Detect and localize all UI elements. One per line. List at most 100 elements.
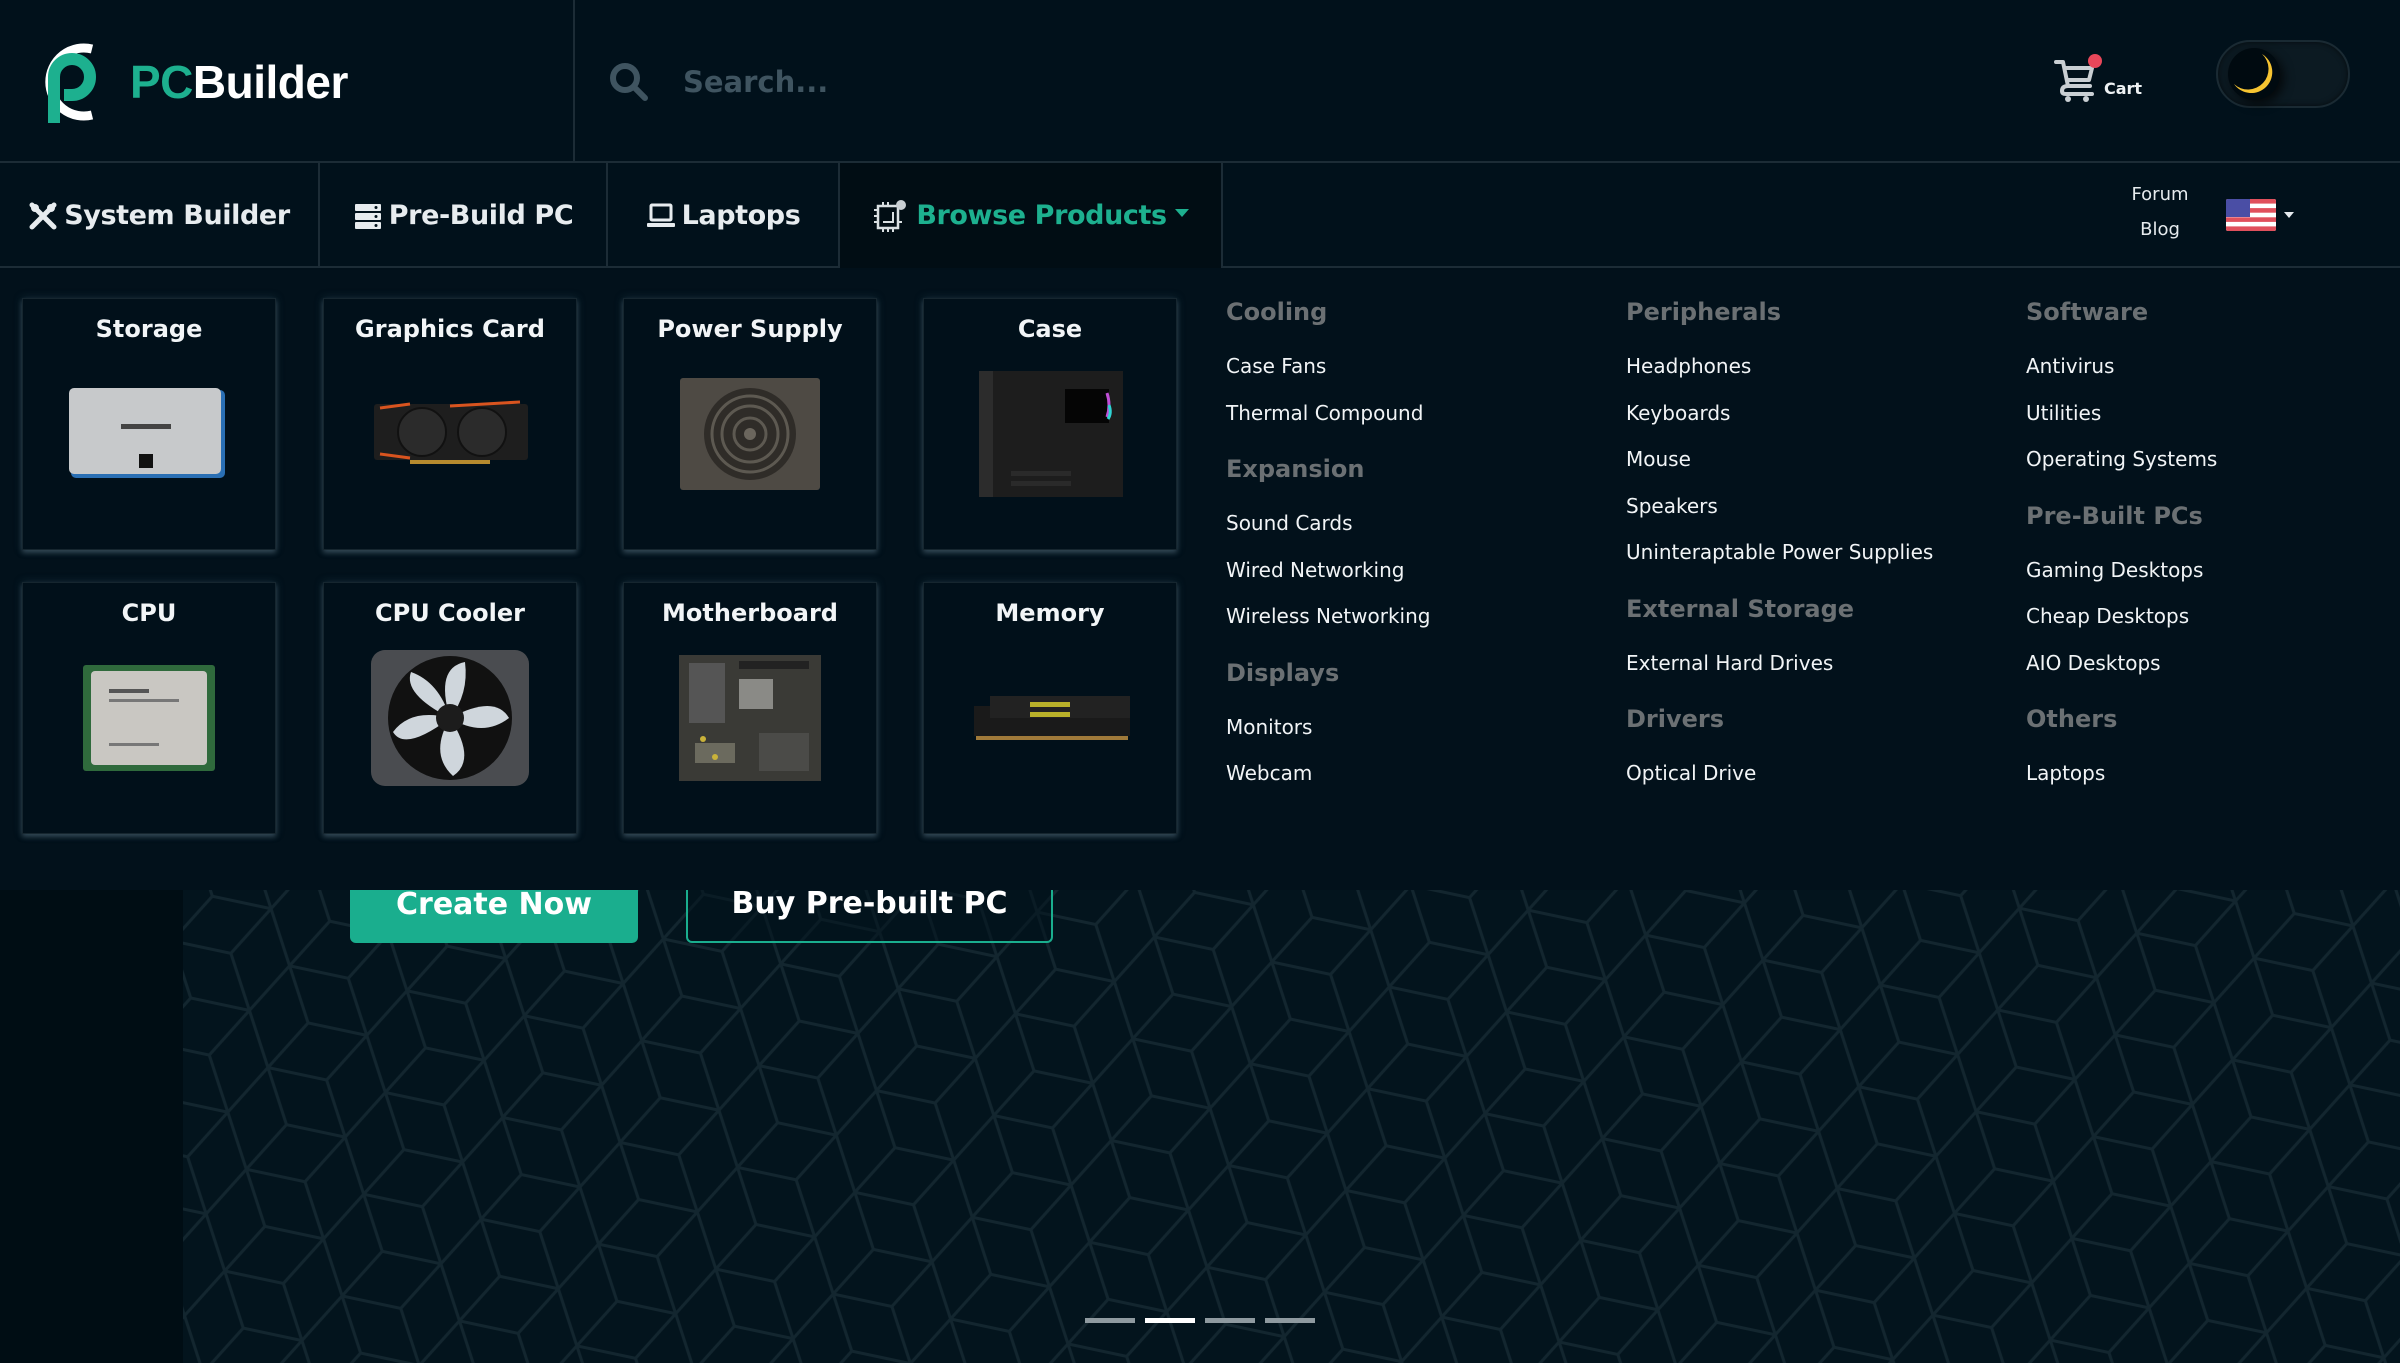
category-card-storage[interactable]: Storage: [22, 298, 276, 550]
secondary-links: Forum Blog: [2110, 177, 2210, 247]
menu-link[interactable]: Thermal Compound: [1226, 397, 1606, 444]
language-selector[interactable]: [2226, 199, 2294, 231]
menu-link[interactable]: Sound Cards: [1226, 507, 1606, 554]
psu-image: [665, 359, 835, 509]
menu-link[interactable]: Mouse: [1626, 443, 2006, 490]
menu-link[interactable]: Optical Drive: [1626, 757, 2006, 804]
nav-pre-build-pc[interactable]: Pre-Build PC: [320, 163, 608, 268]
menu-link[interactable]: Wired Networking: [1226, 554, 1606, 601]
theme-toggle[interactable]: [2216, 40, 2350, 108]
carousel-indicators: [1085, 1318, 1315, 1323]
menu-group-pre-built-pcs: Pre-Built PCs Gaming Desktops Cheap Desk…: [2026, 502, 2400, 694]
menu-heading: Peripherals: [1626, 298, 1782, 326]
search-icon[interactable]: [607, 60, 651, 104]
menu-link[interactable]: Keyboards: [1626, 397, 2006, 444]
menu-group-displays: Displays Monitors Webcam: [1226, 659, 1606, 804]
menu-group-others: Others Laptops: [2026, 705, 2400, 804]
page: PCBuilder Cart: [0, 0, 2400, 1363]
menu-heading: Expansion: [1226, 455, 1365, 483]
forum-link[interactable]: Forum: [2110, 177, 2210, 212]
server-icon: [354, 203, 381, 229]
moon-icon: [2234, 54, 2273, 94]
nav-laptops[interactable]: Laptops: [608, 163, 840, 268]
menu-link[interactable]: Case Fans: [1226, 350, 1606, 397]
cart-badge: [2088, 54, 2102, 68]
nav-label: Pre-Build PC: [388, 200, 574, 231]
menu-link[interactable]: Headphones: [1626, 350, 2006, 397]
menu-heading: Cooling: [1226, 298, 1328, 326]
category-card-cpu[interactable]: CPU: [22, 582, 276, 834]
menu-heading: Displays: [1226, 658, 1340, 687]
card-title: CPU: [121, 599, 177, 627]
card-title: Power Supply: [657, 315, 843, 343]
card-title: Graphics Card: [355, 315, 545, 343]
menu-link[interactable]: AIO Desktops: [2026, 647, 2400, 694]
chevron-down-icon: [2284, 212, 2294, 218]
category-card-cpu-cooler[interactable]: CPU Cooler: [323, 582, 577, 834]
toggle-knob: [2228, 48, 2280, 100]
category-card-case[interactable]: Case: [923, 298, 1177, 550]
menu-link[interactable]: Speakers: [1626, 490, 2006, 537]
search-bar: [577, 0, 1977, 163]
chevron-down-icon: [1174, 208, 1189, 217]
menu-heading: External Storage: [1626, 594, 1855, 623]
menu-heading: Software: [2026, 298, 2149, 326]
menu-link[interactable]: Uninteraptable Power Supplies: [1626, 536, 2006, 583]
menu-heading: Others: [2026, 705, 2118, 733]
card-title: Case: [1017, 315, 1083, 343]
gpu-image: [365, 359, 535, 509]
category-card-graphics-card[interactable]: Graphics Card: [323, 298, 577, 550]
menu-link[interactable]: Gaming Desktops: [2026, 554, 2400, 601]
ssd-image: [64, 359, 234, 509]
case-image: [965, 359, 1135, 509]
menu-heading: Drivers: [1626, 705, 1725, 733]
fan-image: [365, 643, 535, 793]
menu-link[interactable]: Laptops: [2026, 757, 2400, 804]
blog-link[interactable]: Blog: [2110, 212, 2210, 247]
cpu-chip-icon: [874, 199, 907, 232]
menu-link[interactable]: Cheap Desktops: [2026, 600, 2400, 647]
category-card-power-supply[interactable]: Power Supply: [623, 298, 877, 550]
cart-label: Cart: [2104, 79, 2143, 98]
menu-group-external-storage: External Storage External Hard Drives: [1626, 595, 2006, 694]
menu-link[interactable]: Monitors: [1226, 711, 1606, 758]
menu-group-expansion: Expansion Sound Cards Wired Networking W…: [1226, 455, 1606, 647]
card-title: Storage: [95, 315, 203, 343]
menu-group-peripherals: Peripherals Headphones Keyboards Mouse S…: [1626, 298, 2006, 583]
main-nav: System Builder Pre-Build PC Laptops Brow…: [0, 163, 2400, 268]
nav-browse-products[interactable]: Browse Products: [840, 163, 1223, 268]
logo-icon: [45, 43, 96, 123]
logo-text: PCBuilder: [130, 55, 348, 108]
carousel-indicator[interactable]: [1205, 1318, 1255, 1323]
menu-group-software: Software Antivirus Utilities Operating S…: [2026, 298, 2400, 490]
menu-column-1: Cooling Case Fans Thermal Compound Expan…: [1226, 298, 1606, 816]
header: PCBuilder Cart: [0, 0, 2400, 163]
cart-button[interactable]: Cart: [2054, 54, 2143, 102]
card-title: CPU Cooler: [375, 599, 525, 627]
category-card-motherboard[interactable]: Motherboard: [623, 582, 877, 834]
carousel-indicator-active[interactable]: [1145, 1318, 1195, 1323]
search-input[interactable]: [683, 64, 1583, 99]
menu-link[interactable]: Webcam: [1226, 757, 1606, 804]
cpu-image: [64, 643, 234, 793]
menu-group-drivers: Drivers Optical Drive: [1626, 705, 2006, 804]
us-flag-icon: [2226, 199, 2276, 231]
laptop-icon: [646, 203, 675, 227]
menu-heading: Pre-Built PCs: [2026, 501, 2203, 530]
menu-link[interactable]: Utilities: [2026, 397, 2400, 444]
category-card-memory[interactable]: Memory: [923, 582, 1177, 834]
menu-link[interactable]: External Hard Drives: [1626, 647, 2006, 694]
carousel-indicator[interactable]: [1085, 1318, 1135, 1323]
nav-system-builder[interactable]: System Builder: [0, 163, 320, 268]
nav-label: Laptops: [681, 200, 801, 231]
menu-link[interactable]: Wireless Networking: [1226, 600, 1606, 647]
nav-label: Browse Products: [916, 200, 1167, 231]
hex-pattern: [183, 890, 2400, 1363]
menu-column-2: Peripherals Headphones Keyboards Mouse S…: [1626, 298, 2006, 816]
tools-icon: [29, 202, 57, 229]
menu-link[interactable]: Antivirus: [2026, 350, 2400, 397]
menu-group-cooling: Cooling Case Fans Thermal Compound: [1226, 298, 1606, 443]
menu-link[interactable]: Operating Systems: [2026, 443, 2400, 490]
logo[interactable]: PCBuilder: [0, 0, 575, 163]
carousel-indicator[interactable]: [1265, 1318, 1315, 1323]
